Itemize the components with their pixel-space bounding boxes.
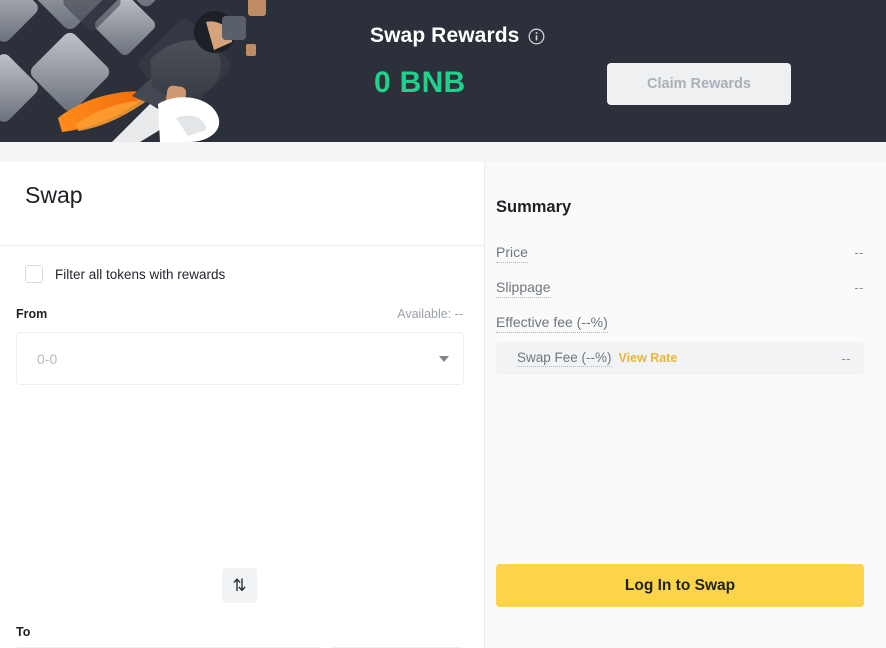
hero-spacer xyxy=(0,142,886,162)
rewards-hero-banner: Swap Rewards 0 BNB Claim Rewards xyxy=(0,0,886,142)
summary-row-effective-fee: Effective fee (--%) xyxy=(496,314,864,333)
swap-fee-left: Swap Fee (--%) View Rate xyxy=(517,350,677,367)
summary-row-slippage: Slippage -- xyxy=(496,279,864,298)
slippage-label[interactable]: Slippage xyxy=(496,279,551,298)
slippage-value: -- xyxy=(854,280,864,295)
from-label: From xyxy=(16,307,48,321)
filter-rewards-row[interactable]: Filter all tokens with rewards xyxy=(25,265,225,283)
to-label: To xyxy=(16,625,31,639)
price-label[interactable]: Price xyxy=(496,244,528,263)
rewards-content: Swap Rewards 0 BNB Claim Rewards xyxy=(330,0,886,142)
swap-form-panel: Swap Filter all tokens with rewards From… xyxy=(0,162,485,648)
swap-fee-label[interactable]: Swap Fee (--%) xyxy=(517,350,612,367)
summary-title: Summary xyxy=(496,198,572,216)
swap-fee-value: -- xyxy=(841,351,851,366)
effective-fee-label[interactable]: Effective fee (--%) xyxy=(496,314,608,333)
swap-page: Swap Rewards 0 BNB Claim Rewards Swap Fi… xyxy=(0,0,886,648)
chevron-down-icon xyxy=(439,355,449,362)
page-title: Swap xyxy=(25,182,83,208)
info-circle-icon[interactable] xyxy=(528,28,545,45)
from-token-placeholder: 0-0 xyxy=(37,350,58,367)
view-rate-link[interactable]: View Rate xyxy=(619,351,678,365)
filter-rewards-label: Filter all tokens with rewards xyxy=(55,266,226,282)
available-balance: Available: -- xyxy=(397,307,463,321)
swap-body: Swap Filter all tokens with rewards From… xyxy=(0,162,886,648)
price-value: -- xyxy=(854,245,864,260)
summary-panel: Summary Price -- Slippage -- Effective f… xyxy=(485,162,886,648)
filter-rewards-checkbox[interactable] xyxy=(25,265,43,283)
swap-direction-toggle[interactable]: ⇅ xyxy=(222,568,257,603)
header-divider xyxy=(0,245,485,246)
rewards-amount: 0 BNB xyxy=(374,66,466,99)
from-token-select[interactable]: 0-0 xyxy=(16,332,464,385)
summary-row-price: Price -- xyxy=(496,244,864,263)
rewards-title-row: Swap Rewards xyxy=(370,24,545,48)
rocket-illustration xyxy=(0,0,330,142)
login-to-swap-button[interactable]: Log In to Swap xyxy=(496,564,864,607)
rewards-title: Swap Rewards xyxy=(370,24,520,47)
claim-rewards-button[interactable]: Claim Rewards xyxy=(607,63,791,105)
summary-row-swap-fee: Swap Fee (--%) View Rate -- xyxy=(496,342,864,375)
swap-arrows-icon: ⇅ xyxy=(232,576,247,595)
from-label-row: From Available: -- xyxy=(16,307,463,321)
